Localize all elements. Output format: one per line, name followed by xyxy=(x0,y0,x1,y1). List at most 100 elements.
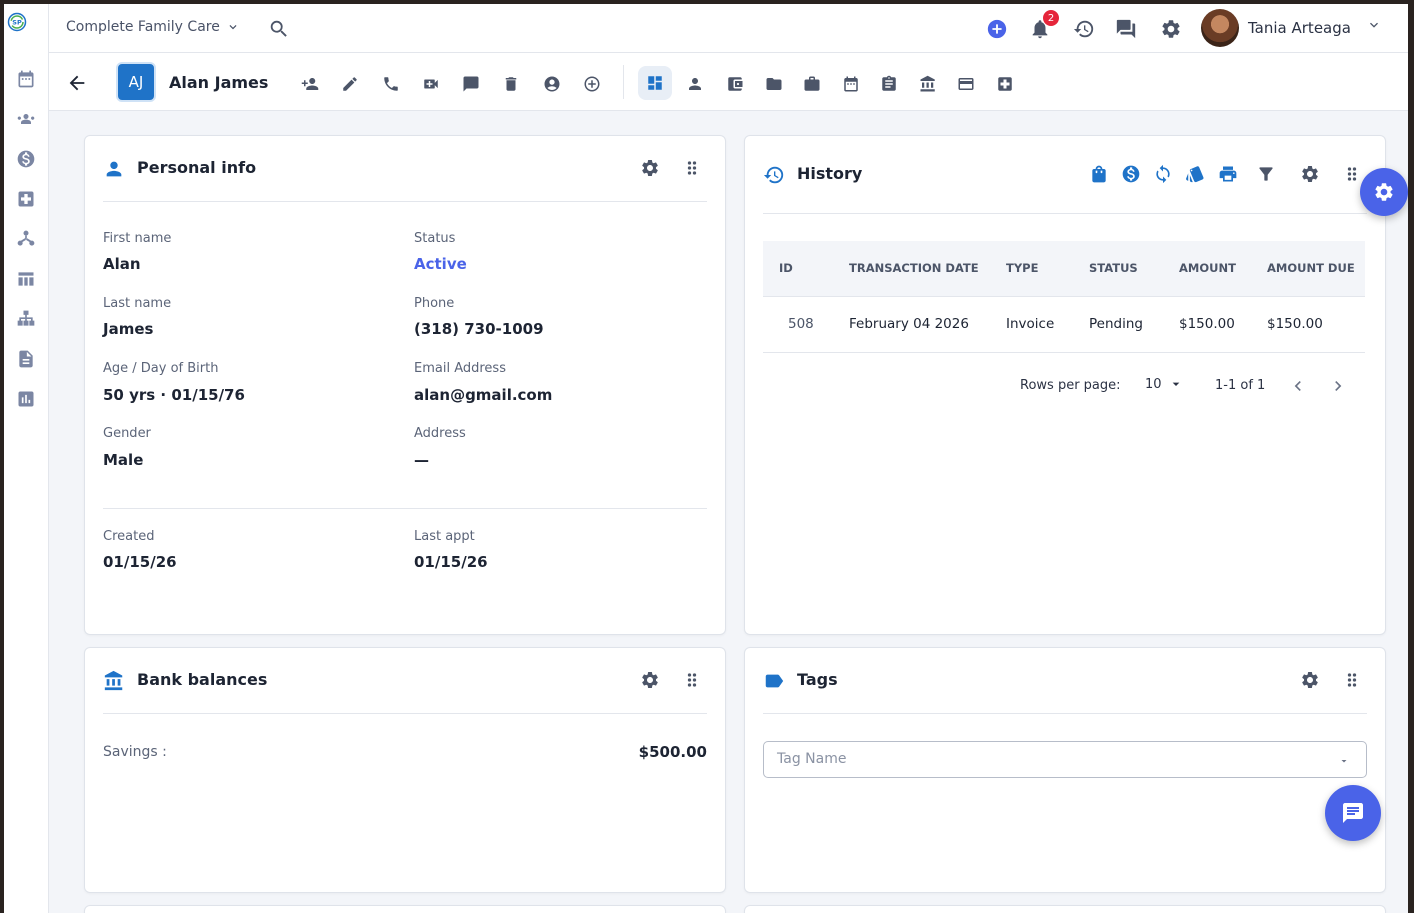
phone-icon[interactable] xyxy=(381,74,401,94)
calendar-icon[interactable] xyxy=(841,74,861,94)
briefcase-icon[interactable] xyxy=(802,74,822,94)
age-label: Age / Day of Birth xyxy=(103,361,219,376)
top-bar: Complete Family Care 2 Tania Arteaga xyxy=(49,4,1408,53)
email-label: Email Address xyxy=(414,361,506,376)
folder-icon[interactable] xyxy=(764,74,784,94)
add-circle-icon[interactable] xyxy=(984,16,1010,42)
gender-value: Male xyxy=(103,451,144,469)
chevron-left-icon[interactable] xyxy=(1288,376,1308,400)
table-cell: Pending xyxy=(1089,316,1143,332)
next-card xyxy=(744,905,1386,913)
status-value: Active xyxy=(414,255,467,273)
table-row[interactable]: 508 February 04 2026 Invoice Pending $15… xyxy=(763,297,1365,353)
credit-card-icon[interactable] xyxy=(956,74,976,94)
back-arrow-icon[interactable] xyxy=(66,72,88,94)
tag-name-select[interactable]: Tag Name xyxy=(763,741,1367,778)
column-header[interactable]: AMOUNT xyxy=(1179,261,1236,275)
org-chart-icon[interactable] xyxy=(15,308,37,330)
chat-fab[interactable] xyxy=(1325,785,1381,841)
personal-info-card: Personal info First name Alan Status Act… xyxy=(84,135,726,635)
gear-icon[interactable] xyxy=(1300,670,1320,690)
cards-icon[interactable] xyxy=(1185,164,1207,186)
clipboard-icon[interactable] xyxy=(879,74,899,94)
groups-icon[interactable] xyxy=(15,108,37,130)
delete-icon[interactable] xyxy=(501,74,521,94)
chevron-down-icon[interactable] xyxy=(1366,17,1382,33)
divider xyxy=(763,213,1367,214)
divider xyxy=(103,201,707,202)
history-icon[interactable] xyxy=(1071,16,1097,42)
dollar-icon[interactable] xyxy=(1121,164,1143,186)
user-avatar[interactable] xyxy=(1201,9,1239,47)
user-name[interactable]: Tania Arteaga xyxy=(1248,19,1351,37)
next-card xyxy=(84,905,726,913)
gender-label: Gender xyxy=(103,426,151,441)
print-icon[interactable] xyxy=(1218,164,1240,186)
divider xyxy=(763,713,1367,714)
account-circle-icon[interactable] xyxy=(542,74,562,94)
rows-per-page-select[interactable]: 10 xyxy=(1145,376,1184,392)
column-header[interactable]: AMOUNT DUE xyxy=(1267,261,1355,275)
notifications-icon[interactable]: 2 xyxy=(1027,10,1059,42)
settings-fab[interactable] xyxy=(1360,168,1408,216)
org-selector[interactable]: Complete Family Care xyxy=(66,19,240,35)
phone-value: (318) 730-1009 xyxy=(414,320,544,338)
dollar-icon[interactable] xyxy=(15,148,37,170)
history-icon xyxy=(763,164,785,186)
wallet-icon[interactable] xyxy=(725,74,745,94)
history-card: History ID TRANSACTION DATE TYPE STATUS … xyxy=(744,135,1386,635)
history-table: ID TRANSACTION DATE TYPE STATUS AMOUNT A… xyxy=(763,241,1365,353)
calendar-icon[interactable] xyxy=(15,68,37,90)
last-appt-label: Last appt xyxy=(414,529,475,544)
chevron-right-icon[interactable] xyxy=(1328,376,1348,400)
drag-handle-icon[interactable] xyxy=(682,670,702,690)
person-icon[interactable] xyxy=(685,74,705,94)
message-icon[interactable] xyxy=(461,74,481,94)
document-icon[interactable] xyxy=(15,348,37,370)
table-icon[interactable] xyxy=(15,268,37,290)
bank-icon xyxy=(103,670,125,692)
drag-handle-icon[interactable] xyxy=(682,158,702,178)
app-logo[interactable]: SP xyxy=(7,12,45,50)
dashboard-icon[interactable] xyxy=(638,66,672,100)
card-title: Tags xyxy=(797,670,838,689)
rows-per-page-label: Rows per page: xyxy=(1020,378,1121,393)
settings-icon[interactable] xyxy=(1158,16,1184,42)
gear-icon[interactable] xyxy=(640,670,660,690)
first-name-value: Alan xyxy=(103,255,141,273)
shopping-bag-icon[interactable] xyxy=(1089,164,1111,186)
tags-card: Tags Tag Name xyxy=(744,647,1386,893)
medical-icon[interactable] xyxy=(995,74,1015,94)
medical-icon[interactable] xyxy=(15,188,37,210)
org-name: Complete Family Care xyxy=(66,19,220,35)
drag-handle-icon[interactable] xyxy=(1342,164,1362,184)
search-icon[interactable] xyxy=(266,16,292,42)
column-header[interactable]: TYPE xyxy=(1006,261,1038,275)
add-circle-outline-icon[interactable] xyxy=(582,74,602,94)
patient-initials-avatar: AJ xyxy=(116,62,156,102)
bar-chart-icon[interactable] xyxy=(15,388,37,410)
last-name-value: James xyxy=(103,320,154,338)
left-rail: SP xyxy=(4,4,49,913)
refund-icon[interactable] xyxy=(1153,164,1175,186)
drag-handle-icon[interactable] xyxy=(1342,670,1362,690)
column-header[interactable]: STATUS xyxy=(1089,261,1138,275)
first-name-label: First name xyxy=(103,231,172,246)
gear-icon[interactable] xyxy=(1300,164,1320,184)
gear-icon[interactable] xyxy=(640,158,660,178)
chevron-down-icon xyxy=(229,25,237,30)
video-call-icon[interactable] xyxy=(421,74,441,94)
edit-icon[interactable] xyxy=(340,74,360,94)
bank-icon[interactable] xyxy=(918,74,938,94)
column-header[interactable]: ID xyxy=(779,261,793,275)
age-value: 50 yrs · 01/15/76 xyxy=(103,386,245,404)
chat-icon[interactable] xyxy=(1113,16,1139,42)
column-header[interactable]: TRANSACTION DATE xyxy=(849,261,979,275)
hierarchy-people-icon[interactable] xyxy=(15,228,37,250)
filter-icon[interactable] xyxy=(1256,164,1278,186)
table-cell: 508 xyxy=(788,316,814,332)
add-person-icon[interactable] xyxy=(300,74,320,94)
patient-toolbar: AJ Alan James xyxy=(49,53,1408,111)
table-cell: $150.00 xyxy=(1267,316,1323,332)
email-value: alan@gmail.com xyxy=(414,386,553,404)
